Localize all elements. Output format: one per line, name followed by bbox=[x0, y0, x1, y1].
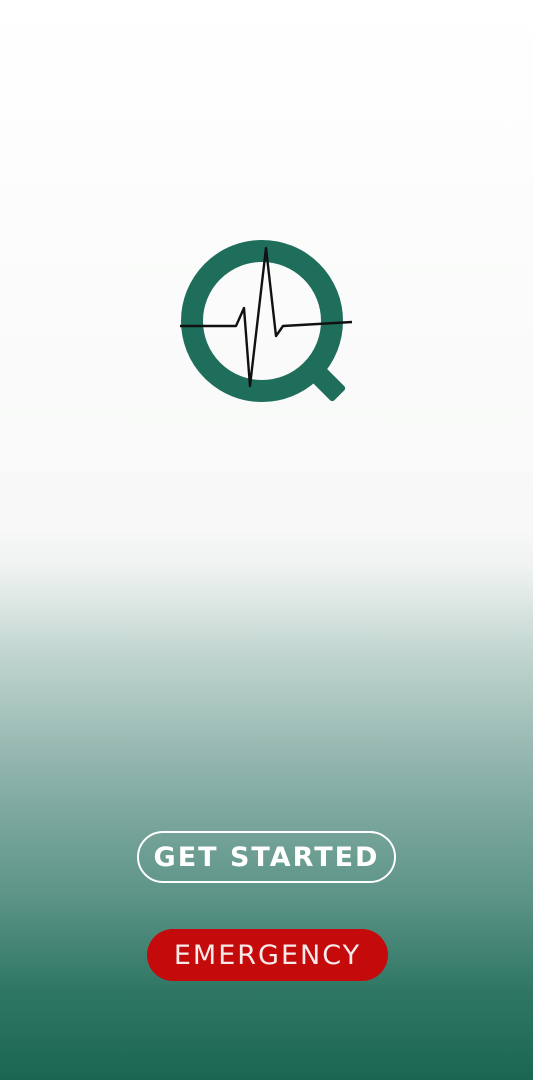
emergency-button[interactable]: EMERGENCY bbox=[147, 929, 388, 981]
magnifier-heartbeat-icon bbox=[180, 240, 353, 402]
splash-screen: GET STARTED EMERGENCY bbox=[0, 0, 533, 1080]
get-started-button[interactable]: GET STARTED bbox=[137, 831, 396, 883]
